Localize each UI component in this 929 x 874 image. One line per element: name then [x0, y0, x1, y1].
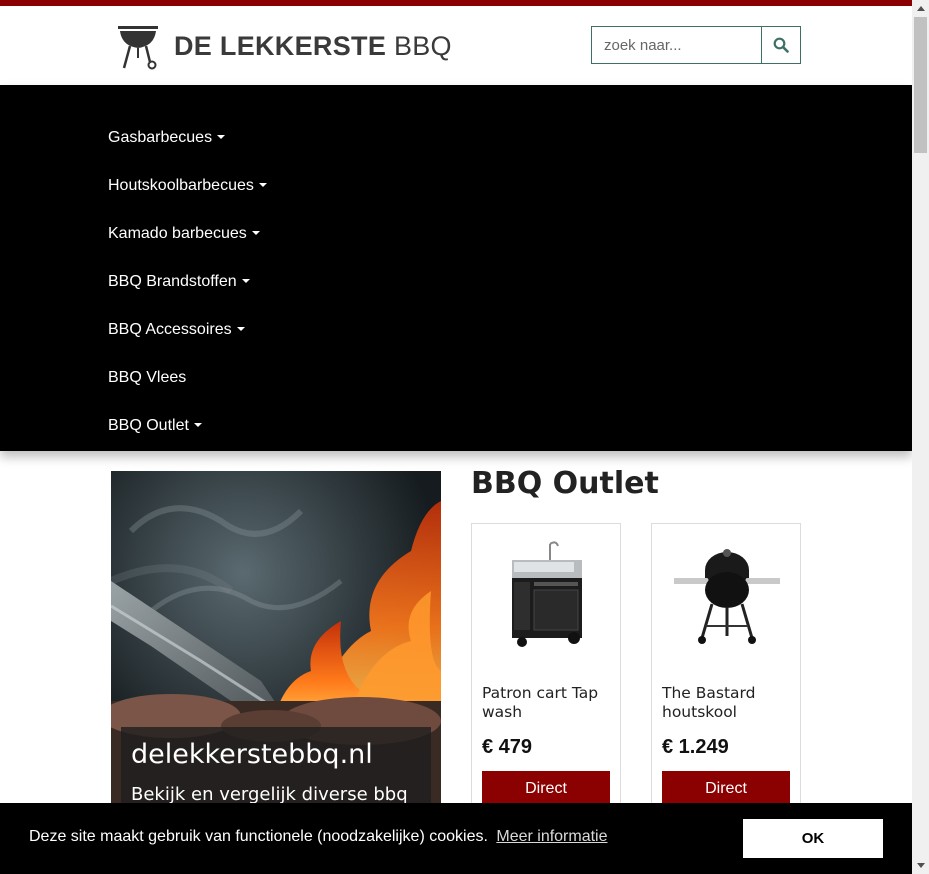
- more-info-link[interactable]: Meer informatie: [496, 828, 607, 845]
- nav-item-gasbarbecues[interactable]: Gasbarbecues: [0, 114, 912, 162]
- nav-item-label: Gasbarbecues: [108, 129, 213, 146]
- nav-item-bbq-accessoires[interactable]: BBQ Accessoires: [0, 306, 912, 354]
- outlet-section-title: BBQ Outlet: [471, 466, 659, 501]
- main-navigation: Gasbarbecues Houtskoolbarbecues Kamado bar…: [0, 85, 912, 451]
- scrollbar-thumb[interactable]: [914, 17, 927, 153]
- nav-item-label: Houtskoolbarbecues: [108, 177, 254, 194]
- page: DE LEKKERSTE BBQ Gasbarbecues Houtskoolba…: [0, 0, 929, 874]
- scroll-up-arrow-icon[interactable]: [912, 0, 929, 17]
- logo-text: DE LEKKERSTE BBQ: [174, 31, 452, 62]
- hero-title: delekkerstebbq.nl: [131, 739, 373, 770]
- nav-item-bbq-brandstoffen[interactable]: BBQ Brandstoffen: [0, 258, 912, 306]
- product-name[interactable]: Patron cart Tap wash: [482, 684, 612, 722]
- search-input[interactable]: [591, 26, 761, 64]
- search-button[interactable]: [761, 26, 801, 64]
- nav-item-label: BBQ Outlet: [108, 417, 189, 434]
- product-name[interactable]: The Bastard houtskool: [662, 684, 792, 722]
- nav-item-kamado-barbecues[interactable]: Kamado barbecues: [0, 210, 912, 258]
- nav-item-bbq-vlees[interactable]: BBQ Vlees: [0, 354, 912, 402]
- logo-bold-text: DE LEKKERSTE: [174, 30, 387, 61]
- dropdown-caret-icon: [241, 279, 250, 283]
- product-price: € 1.249: [662, 736, 729, 758]
- product-image-patron-cart: [512, 541, 582, 647]
- dropdown-caret-icon: [258, 183, 267, 187]
- product-card[interactable]: The Bastard houtskool € 1.249 Direct: [651, 523, 801, 823]
- hero-subtitle: Bekijk en vergelijk diverse bbq: [131, 784, 408, 805]
- dropdown-caret-icon: [236, 327, 245, 331]
- product-card[interactable]: Patron cart Tap wash € 479 Direct: [471, 523, 621, 823]
- nav-item-label: BBQ Accessoires: [108, 321, 232, 338]
- hero-banner[interactable]: delekkerstebbq.nl Bekijk en vergelijk di…: [111, 471, 441, 811]
- cookie-message: Deze site maakt gebruik van functionele …: [29, 828, 608, 846]
- nav-item-houtskoolbarbecues[interactable]: Houtskoolbarbecues: [0, 162, 912, 210]
- bbq-grill-icon: [118, 26, 158, 70]
- site-header: DE LEKKERSTE BBQ: [0, 6, 912, 85]
- nav-item-label: Kamado barbecues: [108, 225, 247, 242]
- cookie-text: Deze site maakt gebruik van functionele …: [29, 828, 488, 845]
- nav-item-bbq-outlet[interactable]: BBQ Outlet: [0, 402, 912, 450]
- product-price: € 479: [482, 736, 533, 758]
- nav-item-label: BBQ Vlees: [108, 369, 187, 386]
- search-form: [591, 26, 801, 64]
- cookie-banner: Deze site maakt gebruik van functionele …: [0, 803, 912, 874]
- scroll-down-arrow-icon[interactable]: [912, 857, 929, 874]
- dropdown-caret-icon: [251, 231, 260, 235]
- search-icon: [773, 37, 789, 53]
- dropdown-caret-icon: [217, 135, 226, 139]
- hero-caption: delekkerstebbq.nl Bekijk en vergelijk di…: [121, 727, 431, 811]
- nav-item-label: BBQ Brandstoffen: [108, 273, 237, 290]
- dropdown-caret-icon: [193, 423, 202, 427]
- nav-list: Gasbarbecues Houtskoolbarbecues Kamado bar…: [0, 85, 912, 450]
- product-image-kamado: [674, 549, 780, 644]
- vertical-scrollbar[interactable]: [912, 0, 929, 874]
- site-logo[interactable]: DE LEKKERSTE BBQ: [116, 22, 452, 70]
- cookie-ok-button[interactable]: OK: [743, 819, 883, 858]
- logo-light-text: BBQ: [393, 30, 452, 61]
